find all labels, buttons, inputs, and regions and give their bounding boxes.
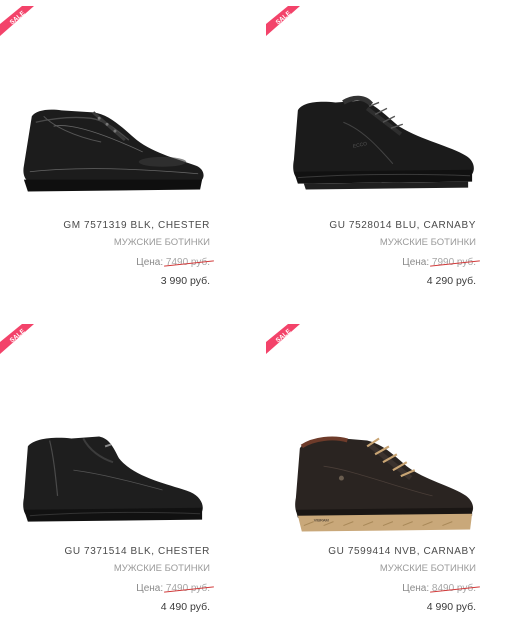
svg-text:VIBRAM: VIBRAM (314, 518, 329, 523)
sale-badge: SALE (266, 324, 300, 354)
product-card[interactable]: SALE GM 7571319 BLK, CHESTER МУЖСКИЕ БОТ… (0, 0, 262, 311)
price-label: Цена: (402, 257, 430, 268)
old-price: 7990 руб. (431, 257, 476, 268)
new-price: 3 990 руб. (160, 275, 210, 287)
new-price: 4 290 руб. (426, 275, 476, 287)
price-label: Цена: (136, 257, 164, 268)
price-label: Цена: (402, 583, 430, 594)
new-price: 4 990 руб. (426, 601, 476, 613)
product-category: МУЖСКИЕ БОТИНКИ (379, 563, 476, 574)
product-card[interactable]: SALE GU 7371514 BLK, CHESTER МУЖСКИЕ БОТ… (0, 318, 262, 629)
product-name[interactable]: GM 7571319 BLK, CHESTER (10, 220, 210, 232)
product-image[interactable]: VIBRAM (284, 426, 482, 546)
product-category: МУЖСКИЕ БОТИНКИ (113, 237, 210, 248)
product-category: МУЖСКИЕ БОТИНКИ (113, 563, 210, 574)
product-image[interactable] (14, 426, 212, 546)
product-card[interactable]: SALE ECCO GU 7528014 BLU, CARNABY МУЖСКИ… (262, 0, 524, 311)
product-category: МУЖСКИЕ БОТИНКИ (379, 237, 476, 248)
sale-badge: SALE (266, 6, 300, 36)
old-price: 7490 руб. (165, 583, 210, 594)
product-name[interactable]: GU 7371514 BLK, CHESTER (10, 546, 210, 558)
product-image[interactable] (14, 86, 212, 206)
product-image[interactable]: ECCO (284, 86, 482, 206)
product-name[interactable]: GU 7528014 BLU, CARNABY (276, 220, 476, 232)
product-name[interactable]: GU 7599414 NVB, CARNABY (276, 546, 476, 558)
price-label: Цена: (136, 583, 164, 594)
sale-badge: SALE (0, 324, 34, 354)
product-card[interactable]: SALE VIBRAM GU 7599414 NVB, CARNABY МУЖС… (262, 318, 524, 629)
new-price: 4 490 руб. (160, 601, 210, 613)
old-price: 8490 руб. (431, 583, 476, 594)
old-price: 7490 руб. (165, 257, 210, 268)
sale-badge: SALE (0, 6, 34, 36)
